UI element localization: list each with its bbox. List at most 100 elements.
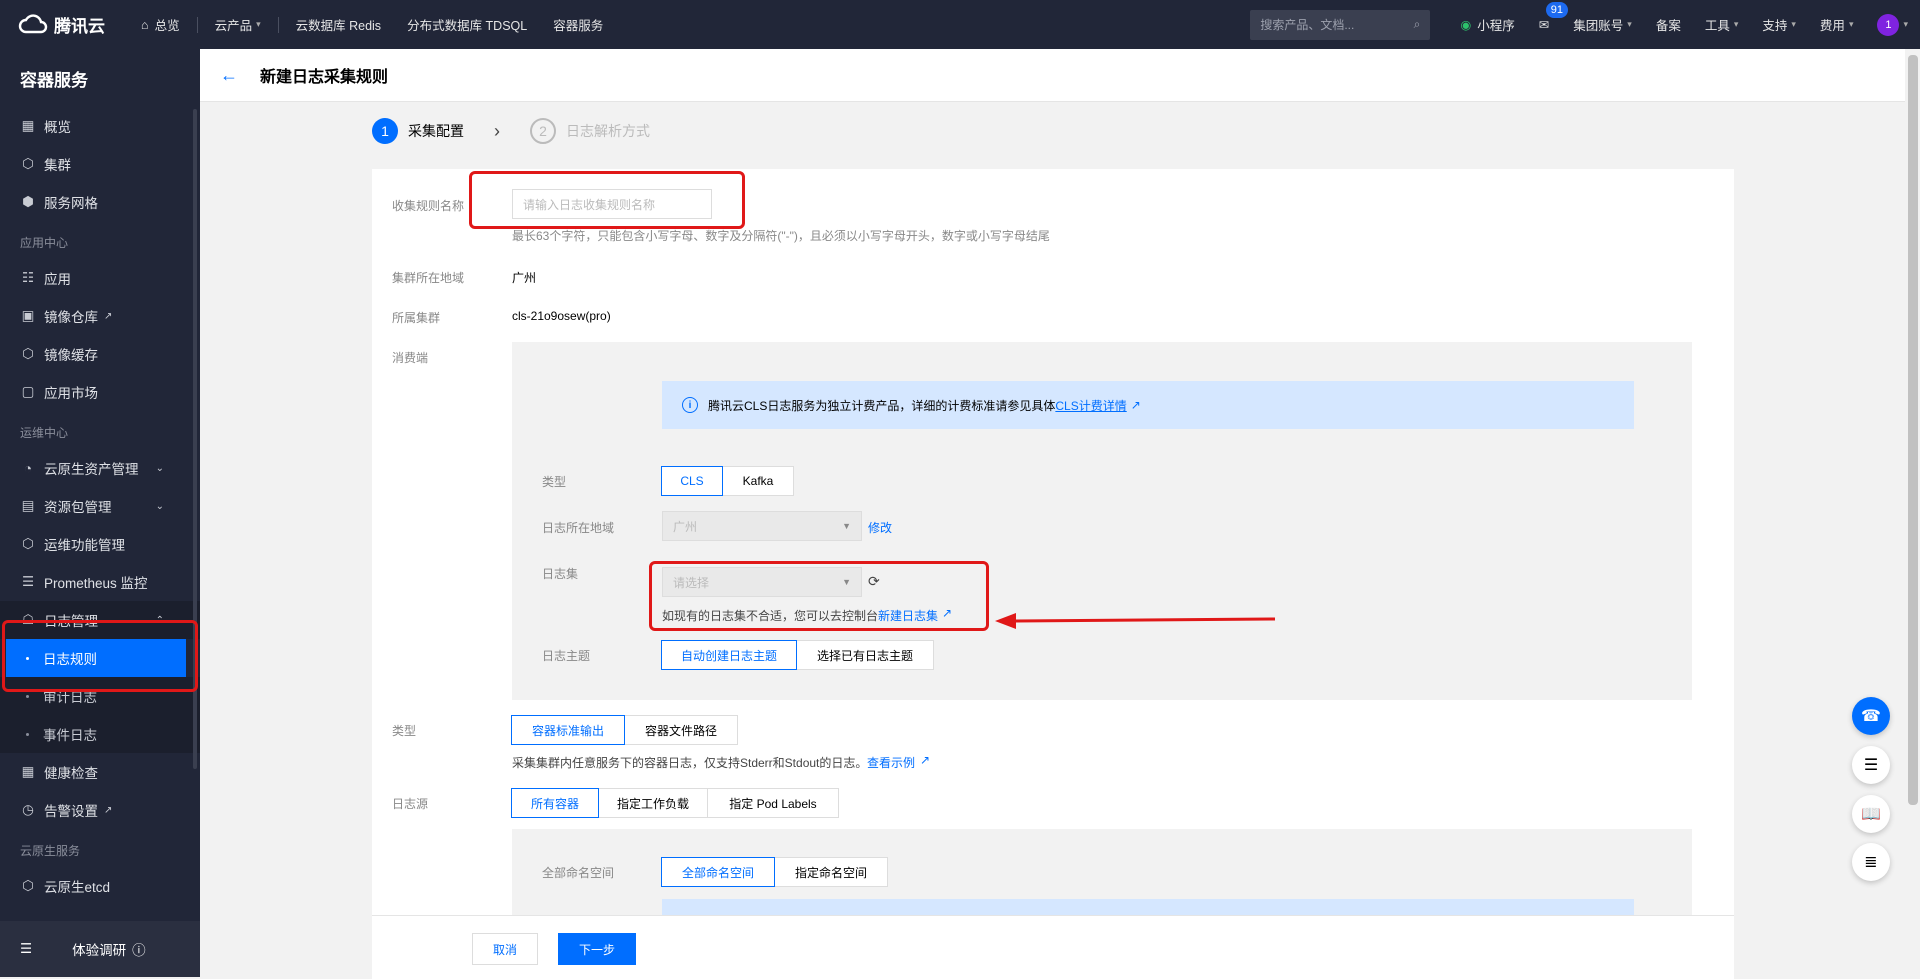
search-icon: ⌕ bbox=[1413, 17, 1421, 31]
all-namespace-button[interactable]: 全部命名空间 bbox=[661, 857, 775, 887]
chevron-down-icon: ⌄ bbox=[155, 462, 164, 474]
external-link-icon: ↗ bbox=[104, 804, 113, 816]
sidebar-item-overview[interactable]: ▦ 概览 bbox=[0, 107, 200, 145]
cancel-button[interactable]: 取消 bbox=[472, 933, 538, 965]
sidebar-item-etcd[interactable]: ⬡ 云原生etcd bbox=[0, 867, 200, 905]
nav-tdsql[interactable]: 分布式数据库 TDSQL bbox=[394, 0, 540, 49]
sidebar-item-opsfunc[interactable]: ⬡ 运维功能管理 bbox=[0, 525, 200, 563]
form-card: 收集规则名称 请输入日志收集规则名称 最长63个字符，只能包含小写字母、数字及分… bbox=[372, 169, 1734, 979]
sidebar-item-health[interactable]: ▦ 健康检查 bbox=[0, 753, 200, 791]
type-cls-button[interactable]: CLS bbox=[661, 466, 723, 496]
filing[interactable]: 备案 bbox=[1644, 0, 1693, 49]
mail-icon: ✉ bbox=[1538, 18, 1550, 32]
pod-labels-button[interactable]: 指定 Pod Labels bbox=[707, 788, 839, 818]
image-icon: ▣ bbox=[21, 308, 35, 323]
footer-bar: 取消 下一步 bbox=[372, 915, 1734, 977]
health-icon: ▦ bbox=[21, 764, 35, 779]
sidebar-item-app[interactable]: ☷ 应用 bbox=[0, 259, 200, 297]
tools[interactable]: 工具 ▾ bbox=[1693, 0, 1751, 49]
sidebar: 容器服务 ▦ 概览 ⬡ 集群 ⬢ 服务网格 应用中心 ☷ 应用 ▣ 镜像仓库 ↗ ⬡ 镜像缓存… bbox=[0, 49, 200, 977]
source-toggle: 所有容器 指定工作负载 指定 Pod Labels bbox=[511, 788, 839, 818]
top-right: 搜索产品、文档... ⌕ ◉ 小程序 ✉ 91 集团账号 ▾ 备案 工具 ▾ 支持 ▾ 费用… bbox=[1250, 0, 1920, 49]
sidebar-footer[interactable]: ☰ 体验调研 ⓘ bbox=[0, 921, 200, 977]
chevron-down-icon: ▾ bbox=[1848, 19, 1854, 29]
sidebar-item-alarm[interactable]: ◷ 告警设置 ↗ bbox=[0, 791, 200, 829]
sidebar-subitem-events[interactable]: 事件日志 bbox=[0, 715, 200, 753]
log-region-select[interactable]: 广州 ▼ bbox=[662, 511, 862, 541]
billing[interactable]: 费用 ▾ bbox=[1808, 0, 1866, 49]
modify-link[interactable]: 修改 bbox=[868, 519, 892, 536]
billing-link[interactable]: CLS计费详情 bbox=[1055, 397, 1126, 414]
mail[interactable]: ✉ 91 bbox=[1527, 0, 1569, 49]
page-header: ← 新建日志采集规则 bbox=[200, 49, 1905, 102]
stdout-button[interactable]: 容器标准输出 bbox=[511, 715, 625, 745]
sidebar-item-prometheus[interactable]: ☰ Prometheus 监控 bbox=[0, 563, 200, 601]
collapse-icon: ☰ bbox=[20, 941, 33, 956]
top-nav: ⌂ 总览 云产品 ▾ 云数据库 Redis 分布式数据库 TDSQL 容器服务 bbox=[128, 0, 616, 49]
avatar: 1 bbox=[1877, 13, 1900, 36]
back-arrow-icon[interactable]: ← bbox=[220, 65, 238, 86]
bullet bbox=[26, 732, 29, 736]
sidebar-item-assets[interactable]: ◔ 云原生资产管理 ⌄ bbox=[0, 449, 200, 487]
sidebar-item-registry[interactable]: ▣ 镜像仓库 ↗ bbox=[0, 297, 200, 335]
headset-icon[interactable]: ☎ bbox=[1852, 697, 1890, 735]
sidebar-group-ops: 运维中心 bbox=[20, 426, 69, 440]
alarm-icon: ◷ bbox=[22, 802, 34, 817]
chevron-down-icon: ▾ bbox=[1627, 19, 1632, 29]
market-icon: ▢ bbox=[21, 384, 35, 399]
view-example-link[interactable]: 查看示例 bbox=[867, 754, 915, 771]
chevron-down-icon: ▾ bbox=[256, 19, 261, 29]
book-icon[interactable]: 📖 bbox=[1852, 795, 1890, 833]
step-label: 日志解析方式 bbox=[566, 123, 650, 139]
chevron-down-icon: ▾ bbox=[1903, 19, 1908, 29]
consumer-label: 消费端 bbox=[392, 351, 429, 365]
logo-text: 腾讯云 bbox=[54, 17, 105, 36]
nav-container[interactable]: 容器服务 bbox=[540, 0, 616, 49]
collect-type-toggle: 容器标准输出 容器文件路径 bbox=[511, 715, 738, 745]
chevron-right-icon: › bbox=[494, 120, 500, 141]
file-path-button[interactable]: 容器文件路径 bbox=[624, 715, 738, 745]
package-icon: ▤ bbox=[21, 498, 35, 513]
type-kafka-button[interactable]: Kafka bbox=[722, 466, 794, 496]
sidebar-item-cache[interactable]: ⬡ 镜像缓存 bbox=[0, 335, 200, 373]
all-containers-button[interactable]: 所有容器 bbox=[511, 788, 599, 818]
info-icon: i bbox=[682, 397, 698, 413]
step-label: 采集配置 bbox=[408, 123, 464, 139]
app-icon: ☷ bbox=[21, 270, 35, 285]
next-button[interactable]: 下一步 bbox=[558, 933, 636, 965]
search-input[interactable]: 搜索产品、文档... ⌕ bbox=[1250, 9, 1431, 40]
page-scrollbar[interactable] bbox=[1908, 55, 1918, 805]
monitor-icon: ☰ bbox=[21, 574, 35, 589]
group-account[interactable]: 集团账号 ▾ bbox=[1561, 0, 1644, 49]
mini-program[interactable]: ◉ 小程序 bbox=[1448, 0, 1526, 49]
workload-button[interactable]: 指定工作负载 bbox=[598, 788, 708, 818]
external-link-icon: ↗ bbox=[920, 753, 931, 767]
specific-namespace-button[interactable]: 指定命名空间 bbox=[774, 857, 888, 887]
logo[interactable]: 腾讯云 bbox=[0, 12, 128, 37]
outline-icon[interactable]: ≣ bbox=[1852, 843, 1890, 881]
nav-products[interactable]: 云产品 ▾ bbox=[202, 0, 274, 49]
list-icon[interactable]: ☰ bbox=[1852, 746, 1890, 784]
nav-redis[interactable]: 云数据库 Redis bbox=[283, 0, 394, 49]
external-link-icon: ↗ bbox=[1130, 398, 1141, 412]
page-title: 新建日志采集规则 bbox=[260, 69, 389, 86]
auto-topic-button[interactable]: 自动创建日志主题 bbox=[661, 640, 797, 670]
sidebar-item-market[interactable]: ▢ 应用市场 bbox=[0, 373, 200, 411]
sidebar-item-cluster[interactable]: ⬡ 集群 bbox=[0, 145, 200, 183]
collect-type-label: 类型 bbox=[392, 724, 417, 738]
step-number: 1 bbox=[372, 118, 398, 144]
assets-icon: ◔ bbox=[23, 460, 33, 476]
sidebar-item-mesh[interactable]: ⬢ 服务网格 bbox=[0, 183, 200, 221]
nav-overview[interactable]: ⌂ 总览 bbox=[128, 0, 193, 49]
cluster-value: cls-21o9osew(pro) bbox=[512, 309, 611, 323]
log-region-label: 日志所在地域 bbox=[542, 521, 615, 535]
user-menu[interactable]: 1 ▾ bbox=[1865, 0, 1920, 49]
bullet bbox=[26, 694, 29, 698]
divider bbox=[277, 16, 279, 33]
collect-type-hint: 采集集群内任意服务下的容器日志，仅支持Stderr和Stdout的日志。 bbox=[512, 756, 868, 770]
sidebar-item-resource[interactable]: ▤ 资源包管理 ⌄ bbox=[0, 487, 200, 525]
topic-toggle: 自动创建日志主题 选择已有日志主题 bbox=[661, 640, 934, 670]
support[interactable]: 支持 ▾ bbox=[1750, 0, 1808, 49]
divider bbox=[196, 16, 198, 33]
existing-topic-button[interactable]: 选择已有日志主题 bbox=[796, 640, 934, 670]
